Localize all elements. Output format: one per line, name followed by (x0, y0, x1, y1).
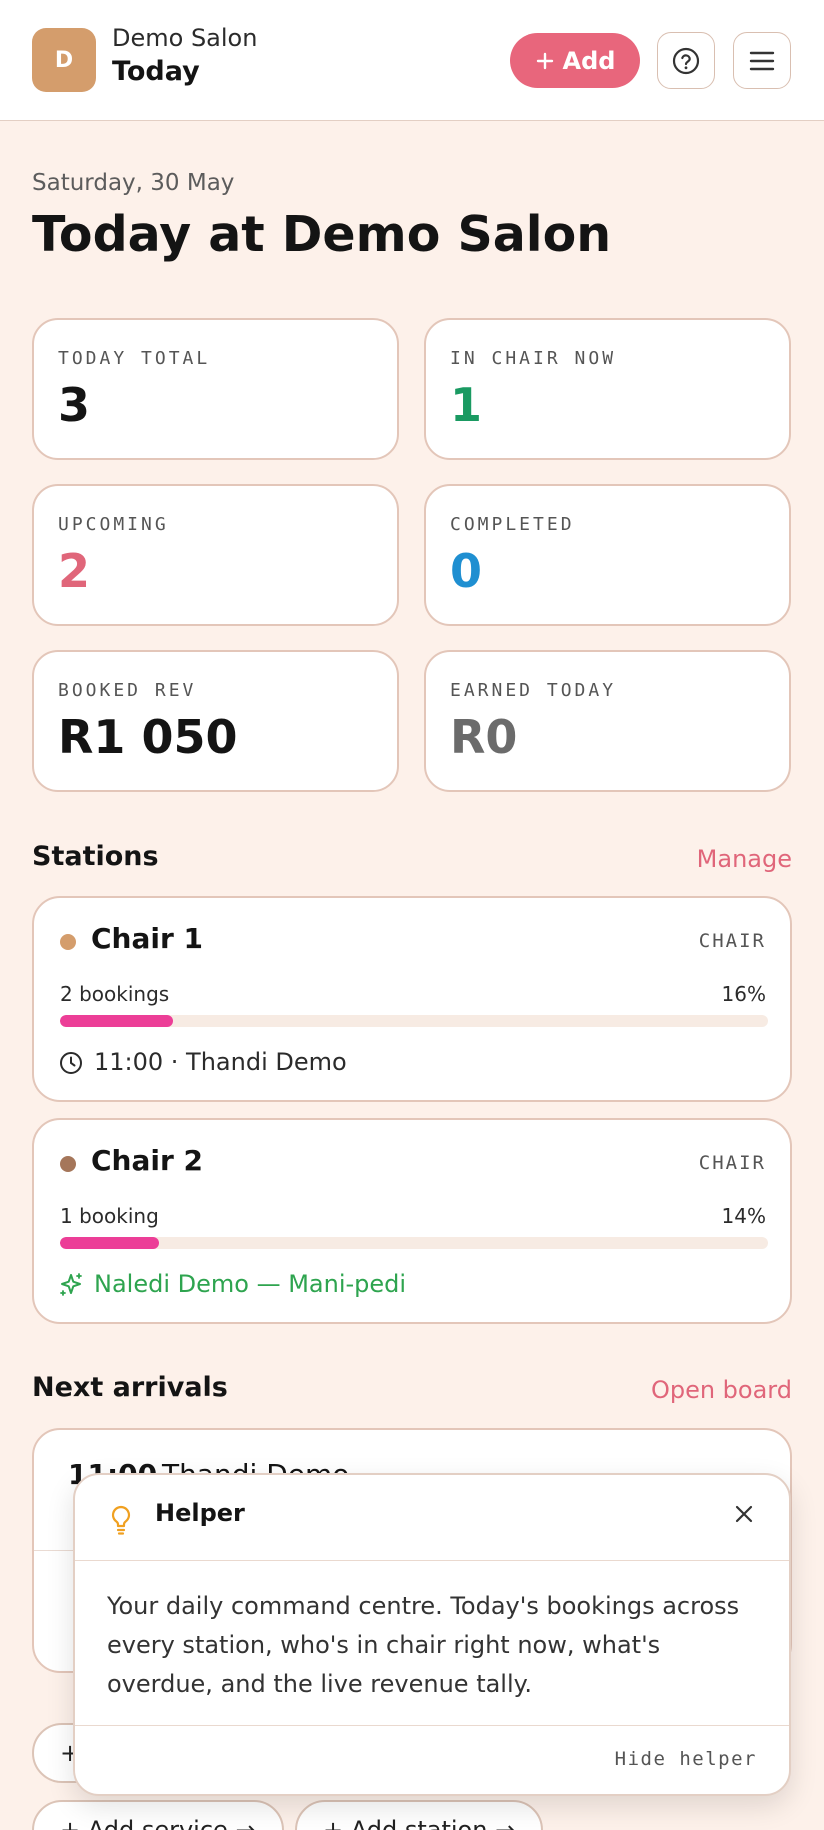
utilization-bar (60, 1237, 768, 1249)
stat-card-today-total[interactable]: TODAY TOTAL 3 (32, 318, 399, 460)
add-service-button[interactable]: + Add service → (32, 1800, 284, 1830)
add-service-label: Add service (87, 1816, 228, 1830)
station-utilization: 14% (721, 1204, 766, 1228)
arrow-right-icon: → (227, 1816, 256, 1830)
stat-value: 0 (450, 544, 483, 598)
utilization-bar (60, 1015, 768, 1027)
stat-card-in-chair-now[interactable]: IN CHAIR NOW 1 (424, 318, 791, 460)
stat-value: R1 050 (58, 710, 238, 764)
station-color-dot (60, 934, 76, 950)
stat-value: 3 (58, 378, 91, 432)
helper-popover: Helper Your daily command centre. Today'… (73, 1473, 791, 1796)
add-station-button[interactable]: + Add station → (295, 1800, 544, 1830)
helper-title: Helper (155, 1499, 245, 1527)
help-icon (672, 47, 700, 74)
stat-label: BOOKED REV (58, 680, 197, 701)
add-button[interactable]: Add (510, 33, 640, 88)
plus-icon (536, 52, 553, 69)
utilization-bar-fill (60, 1015, 174, 1027)
sparkle-icon (60, 1273, 82, 1296)
clock-icon (60, 1052, 82, 1074)
station-card-chair-1[interactable]: Chair 1 CHAIR 2 bookings 16% 11:00 · Tha… (32, 896, 792, 1102)
next-arrivals-heading: Next arrivals (32, 1372, 228, 1403)
helper-header: Helper (75, 1475, 789, 1561)
page-title: Today at Demo Salon (32, 206, 612, 263)
add-button-label: Add (562, 46, 616, 75)
stat-label: EARNED TODAY (450, 680, 617, 701)
help-button[interactable] (657, 32, 715, 89)
manage-stations-link[interactable]: Manage (697, 845, 792, 873)
station-booking-count: 1 booking (60, 1204, 159, 1228)
stat-value: 2 (58, 544, 91, 598)
utilization-bar-fill (60, 1237, 160, 1249)
hide-helper-button[interactable]: Hide helper (615, 1748, 757, 1770)
stat-label: COMPLETED (450, 514, 575, 535)
stations-heading: Stations (32, 841, 159, 872)
station-color-dot (60, 1156, 76, 1172)
stat-value: R0 (450, 710, 518, 764)
station-type: CHAIR (698, 1152, 766, 1174)
page-name: Today (112, 56, 200, 87)
station-booking-count: 2 bookings (60, 982, 170, 1006)
station-utilization: 16% (721, 982, 766, 1006)
salon-name: Demo Salon (112, 24, 258, 52)
stat-label: IN CHAIR NOW (450, 348, 617, 369)
helper-text: Your daily command centre. Today's booki… (107, 1592, 740, 1698)
arrow-right-icon: → (487, 1816, 516, 1830)
close-icon[interactable] (729, 1499, 759, 1529)
stat-card-earned-today[interactable]: EARNED TODAY R0 (424, 650, 791, 792)
open-board-link[interactable]: Open board (651, 1376, 792, 1404)
stat-card-booked-revenue[interactable]: BOOKED REV R1 050 (32, 650, 399, 792)
menu-button[interactable] (733, 32, 791, 89)
station-card-chair-2[interactable]: Chair 2 CHAIR 1 booking 14% Naledi Demo … (32, 1118, 792, 1324)
station-in-chair-now: Naledi Demo — Mani-pedi (94, 1270, 407, 1298)
current-date: Saturday, 30 May (32, 170, 235, 196)
hamburger-menu-icon (749, 51, 775, 70)
top-header: D Demo Salon Today Add (0, 0, 824, 121)
station-name: Chair 1 (91, 922, 204, 955)
plus-icon: + (323, 1816, 351, 1830)
salon-avatar[interactable]: D (32, 28, 96, 92)
stat-card-completed[interactable]: COMPLETED 0 (424, 484, 791, 626)
stat-label: UPCOMING (58, 514, 169, 535)
stat-value: 1 (450, 378, 483, 432)
plus-icon: + (60, 1816, 88, 1830)
stat-card-upcoming[interactable]: UPCOMING 2 (32, 484, 399, 626)
helper-footer: Hide helper (75, 1725, 789, 1794)
lightbulb-icon (111, 1505, 131, 1535)
station-name: Chair 2 (91, 1144, 204, 1177)
station-type: CHAIR (698, 930, 766, 952)
add-station-label: Add station (350, 1816, 488, 1830)
stat-label: TODAY TOTAL (58, 348, 211, 369)
station-next-booking: 11:00 · Thandi Demo (94, 1048, 347, 1076)
